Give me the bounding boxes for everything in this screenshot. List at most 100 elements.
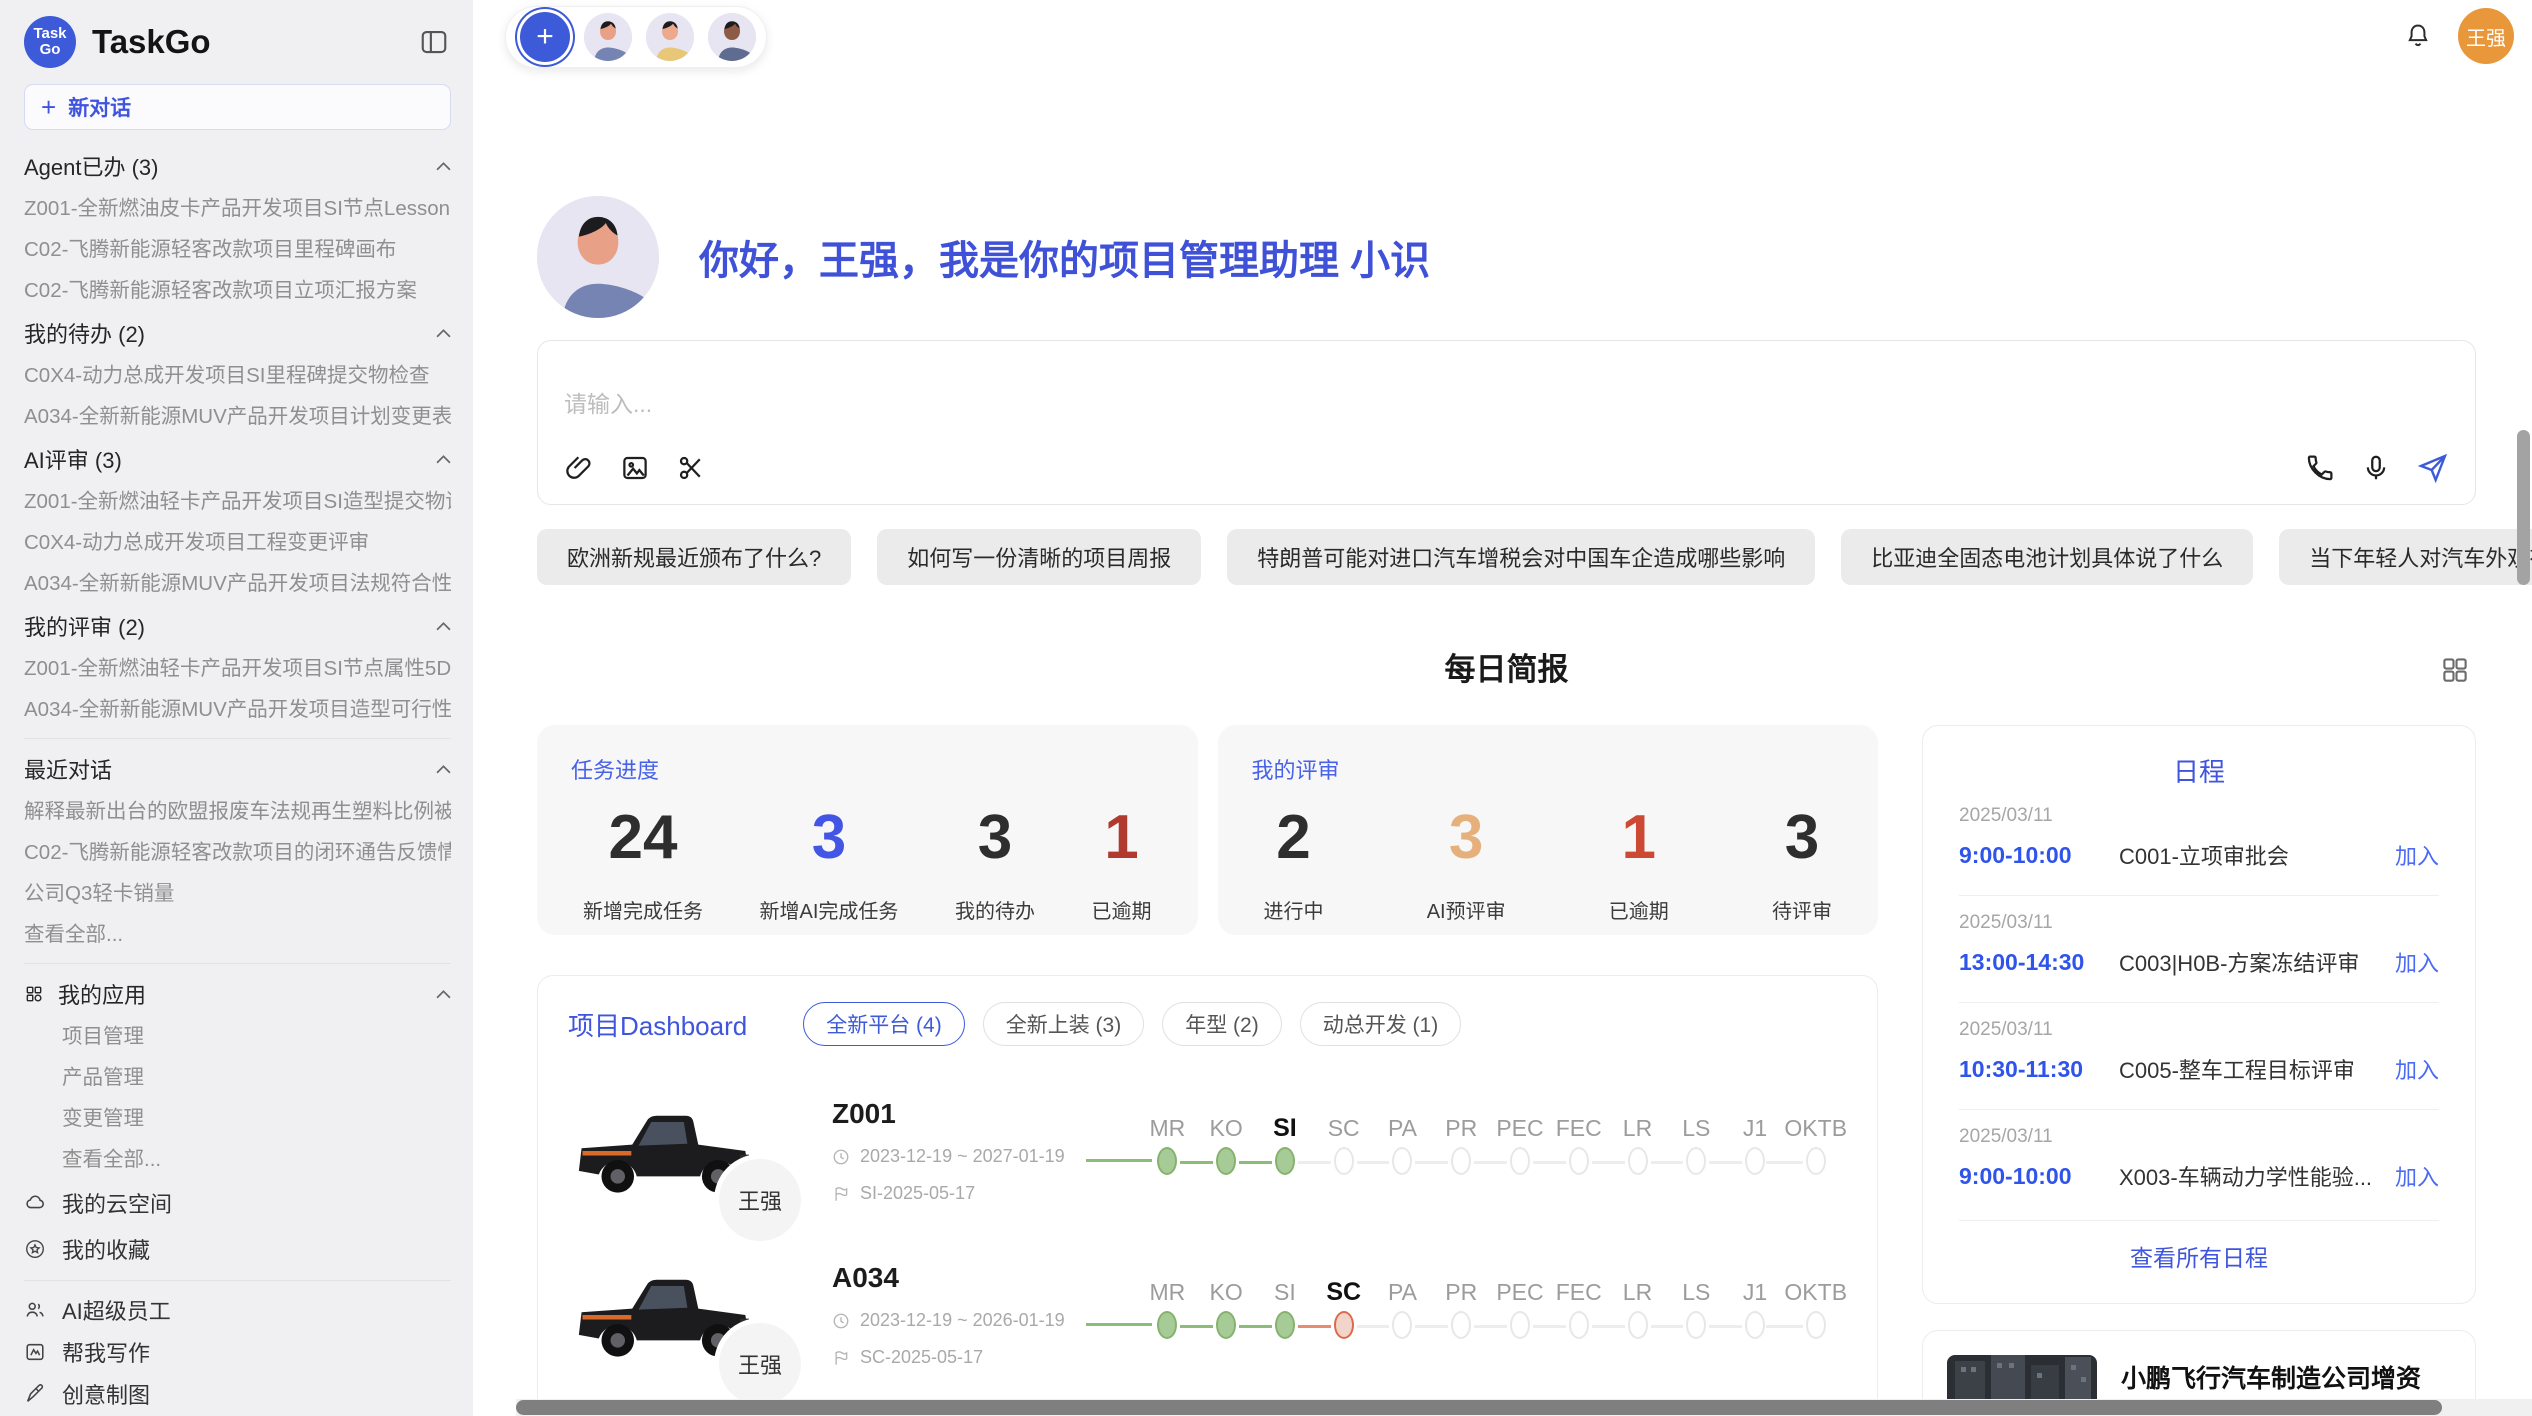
add-agent-button[interactable]: + bbox=[520, 12, 570, 62]
phone-call-icon[interactable] bbox=[2305, 453, 2335, 483]
milestone-label: LS bbox=[1667, 1111, 1726, 1145]
milestone-label: KO bbox=[1197, 1275, 1256, 1309]
attachment-icon[interactable] bbox=[564, 453, 594, 483]
view-all-conversations-link[interactable]: 查看全部... bbox=[24, 914, 451, 955]
chevron-up-icon[interactable] bbox=[436, 764, 451, 774]
suggestion-chip[interactable]: 欧洲新规最近颁布了什么? bbox=[537, 529, 851, 585]
sidebar-item-favorites[interactable]: 我的收藏 bbox=[24, 1226, 451, 1272]
join-meeting-link[interactable]: 加入 bbox=[2395, 839, 2439, 871]
sidebar-task-item[interactable]: C02-飞腾新能源轻客改款项目里程碑画布 bbox=[24, 229, 451, 270]
suggestion-chip[interactable]: 比亚迪全固态电池计划具体说了什么 bbox=[1841, 529, 2253, 585]
milestone-dot bbox=[1392, 1147, 1412, 1175]
sidebar-item-cloud-space[interactable]: 我的云空间 bbox=[24, 1180, 451, 1226]
sidebar-section-header[interactable]: 我的待办 (2) bbox=[24, 311, 451, 355]
milestone-dot bbox=[1157, 1147, 1177, 1175]
milestone-dot bbox=[1569, 1147, 1589, 1175]
app-link-item[interactable]: 项目管理 bbox=[24, 1016, 451, 1057]
sidebar-section: Agent已办 (3) Z001-全新燃油皮卡产品开发项目SI节点Lesson L… bbox=[24, 144, 451, 311]
join-meeting-link[interactable]: 加入 bbox=[2395, 1053, 2439, 1085]
agent-avatar-3[interactable] bbox=[708, 13, 756, 61]
new-chat-label: 新对话 bbox=[68, 92, 131, 122]
milestone: SI bbox=[1256, 1275, 1315, 1355]
collapse-sidebar-icon[interactable] bbox=[417, 27, 451, 57]
send-icon[interactable] bbox=[2417, 452, 2449, 484]
dashboard-tab[interactable]: 全新平台 (4) bbox=[803, 1002, 965, 1046]
milestone: FEC bbox=[1549, 1111, 1608, 1191]
topbar: + 王强 bbox=[473, 0, 2532, 72]
app-link-item[interactable]: 变更管理 bbox=[24, 1098, 451, 1139]
milestone: LS bbox=[1667, 1275, 1726, 1355]
suggestion-chip[interactable]: 如何写一份清晰的项目周报 bbox=[877, 529, 1201, 585]
app-root: Task Go TaskGo + 新对话 Agent已办 (3)Z001-全新燃… bbox=[0, 0, 2532, 1416]
sidebar-section-header[interactable]: Agent已办 (3) bbox=[24, 144, 451, 188]
milestone: PEC bbox=[1491, 1275, 1550, 1355]
app-link-item[interactable]: 产品管理 bbox=[24, 1057, 451, 1098]
agent-avatar-2[interactable] bbox=[646, 13, 694, 61]
dashboard-tab[interactable]: 动总开发 (1) bbox=[1300, 1002, 1462, 1046]
sidebar-item-creative-drawing[interactable]: 创意制图 bbox=[24, 1373, 451, 1415]
microphone-icon[interactable] bbox=[2361, 453, 2391, 483]
milestone: LS bbox=[1667, 1111, 1726, 1191]
chevron-up-icon[interactable] bbox=[436, 621, 451, 631]
image-icon[interactable] bbox=[620, 453, 650, 483]
vertical-scrollbar-thumb[interactable] bbox=[2517, 430, 2530, 585]
milestone-dot bbox=[1745, 1147, 1765, 1175]
layout-grid-icon[interactable] bbox=[2440, 655, 2470, 685]
recent-conversation-item[interactable]: 解释最新出台的欧盟报废车法规再生塑料比例被调至15%... bbox=[24, 791, 451, 832]
sidebar-task-item[interactable]: Z001-全新燃油皮卡产品开发项目SI节点Lesson Learn报告 bbox=[24, 188, 451, 229]
milestone-timeline: MRKOSISCPAPRPECFECLRLSJ1OKTB bbox=[1086, 1111, 1847, 1191]
sidebar-item-ai-super-staff[interactable]: AI超级员工 bbox=[24, 1289, 451, 1331]
milestone-label: PR bbox=[1432, 1111, 1491, 1145]
project-row[interactable]: 王强A0342023-12-19 ~ 2026-01-19SC-2025-05-… bbox=[568, 1256, 1847, 1374]
recent-section-header[interactable]: 最近对话 bbox=[24, 747, 451, 791]
horizontal-scrollbar-track[interactable] bbox=[516, 1399, 2532, 1416]
join-meeting-link[interactable]: 加入 bbox=[2395, 946, 2439, 978]
sidebar-task-item[interactable]: A034-全新新能源MUV产品开发项目计划变更表编写 bbox=[24, 396, 451, 437]
scissors-icon[interactable] bbox=[676, 453, 706, 483]
milestone-label: PA bbox=[1373, 1275, 1432, 1309]
milestone: PR bbox=[1432, 1111, 1491, 1191]
schedule-card: 日程 2025/03/119:00-10:00C001-立项审批会加入2025/… bbox=[1922, 725, 2476, 1304]
sidebar-task-item[interactable]: Z001-全新燃油轻卡产品开发项目SI节点属性5D文件评审 bbox=[24, 648, 451, 689]
chat-input[interactable] bbox=[564, 359, 2449, 448]
join-meeting-link[interactable]: 加入 bbox=[2395, 1160, 2439, 1192]
input-toolbar bbox=[564, 448, 2449, 488]
dashboard-tab[interactable]: 全新上装 (3) bbox=[983, 1002, 1145, 1046]
recent-conversation-item[interactable]: 公司Q3轻卡销量 bbox=[24, 873, 451, 914]
user-avatar[interactable]: 王强 bbox=[2458, 8, 2514, 64]
my-apps-header[interactable]: 我的应用 bbox=[24, 972, 451, 1016]
milestone: SC bbox=[1314, 1275, 1373, 1355]
chevron-up-icon[interactable] bbox=[436, 454, 451, 464]
section-title: Agent已办 (3) bbox=[24, 150, 436, 182]
new-chat-button[interactable]: + 新对话 bbox=[24, 84, 451, 130]
chevron-up-icon[interactable] bbox=[436, 989, 451, 999]
chevron-up-icon[interactable] bbox=[436, 328, 451, 338]
suggestion-chip[interactable]: 特朗普可能对进口汽车增税会对中国车企造成哪些影响 bbox=[1227, 529, 1815, 585]
sidebar-task-item[interactable]: C0X4-动力总成开发项目工程变更评审 bbox=[24, 522, 451, 563]
suggestion-chip[interactable]: 当下年轻人对汽车外观有怎样的喜好趋势 bbox=[2279, 529, 2532, 585]
chevron-up-icon[interactable] bbox=[436, 161, 451, 171]
view-all-schedule-link[interactable]: 查看所有日程 bbox=[1959, 1220, 2439, 1283]
sidebar-task-item[interactable]: C02-飞腾新能源轻客改款项目立项汇报方案 bbox=[24, 270, 451, 311]
sidebar-task-item[interactable]: A034-全新新能源MUV产品开发项目造型可行性评审 bbox=[24, 689, 451, 730]
notifications-bell-icon[interactable] bbox=[2404, 22, 2432, 50]
logo-text-bottom: Go bbox=[40, 42, 61, 58]
milestone-label: FEC bbox=[1549, 1111, 1608, 1145]
chat-input-card bbox=[537, 340, 2476, 505]
sidebar-task-item[interactable]: A034-全新新能源MUV产品开发项目法规符合性评审 bbox=[24, 563, 451, 604]
milestone-label: FEC bbox=[1549, 1275, 1608, 1309]
view-all-apps-link[interactable]: 查看全部... bbox=[24, 1139, 451, 1180]
horizontal-scrollbar-thumb[interactable] bbox=[516, 1400, 2442, 1415]
sidebar-task-item[interactable]: C0X4-动力总成开发项目SI里程碑提交物检查 bbox=[24, 355, 451, 396]
sidebar-item-help-write[interactable]: 帮我写作 bbox=[24, 1331, 451, 1373]
sidebar-task-item[interactable]: Z001-全新燃油轻卡产品开发项目SI造型提交物评审 bbox=[24, 481, 451, 522]
sidebar-section-header[interactable]: 我的评审 (2) bbox=[24, 604, 451, 648]
dashboard-tab[interactable]: 年型 (2) bbox=[1162, 1002, 1282, 1046]
agent-avatar-1[interactable] bbox=[584, 13, 632, 61]
recent-conversation-item[interactable]: C02-飞腾新能源轻客改款项目的闭环通告反馈情况 bbox=[24, 832, 451, 873]
stat-value: 24 bbox=[583, 803, 703, 873]
event-time: 9:00-10:00 bbox=[1959, 842, 2119, 869]
milestone: SI bbox=[1256, 1111, 1315, 1191]
project-row[interactable]: 王强Z0012023-12-19 ~ 2027-01-19SI-2025-05-… bbox=[568, 1092, 1847, 1210]
sidebar-section-header[interactable]: AI评审 (3) bbox=[24, 437, 451, 481]
